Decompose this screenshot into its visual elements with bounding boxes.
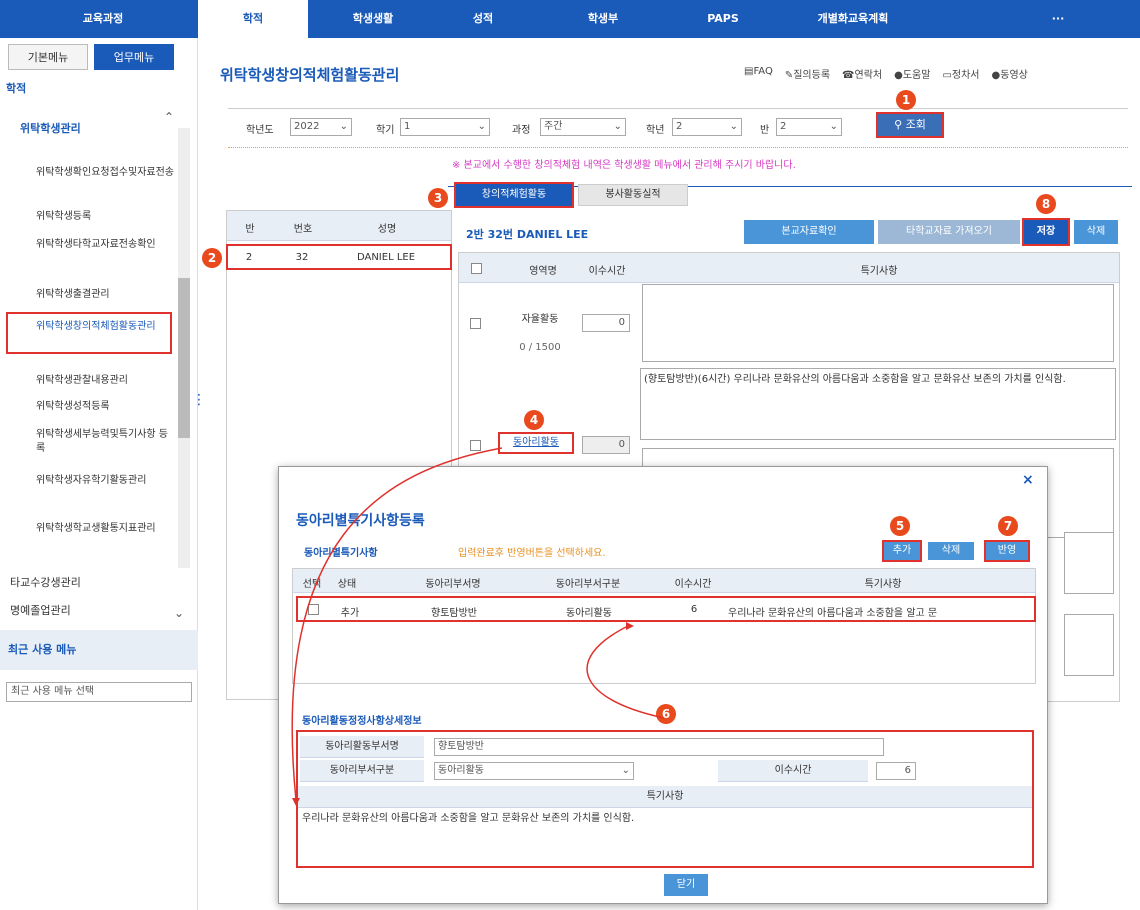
- arrow-detail-to-row: [586, 625, 665, 719]
- arrow-link-to-modal: [291, 447, 503, 801]
- arrow-head: [292, 798, 300, 806]
- flow-arrows-overlay: [291, 447, 665, 806]
- arrow-head: [626, 622, 634, 630]
